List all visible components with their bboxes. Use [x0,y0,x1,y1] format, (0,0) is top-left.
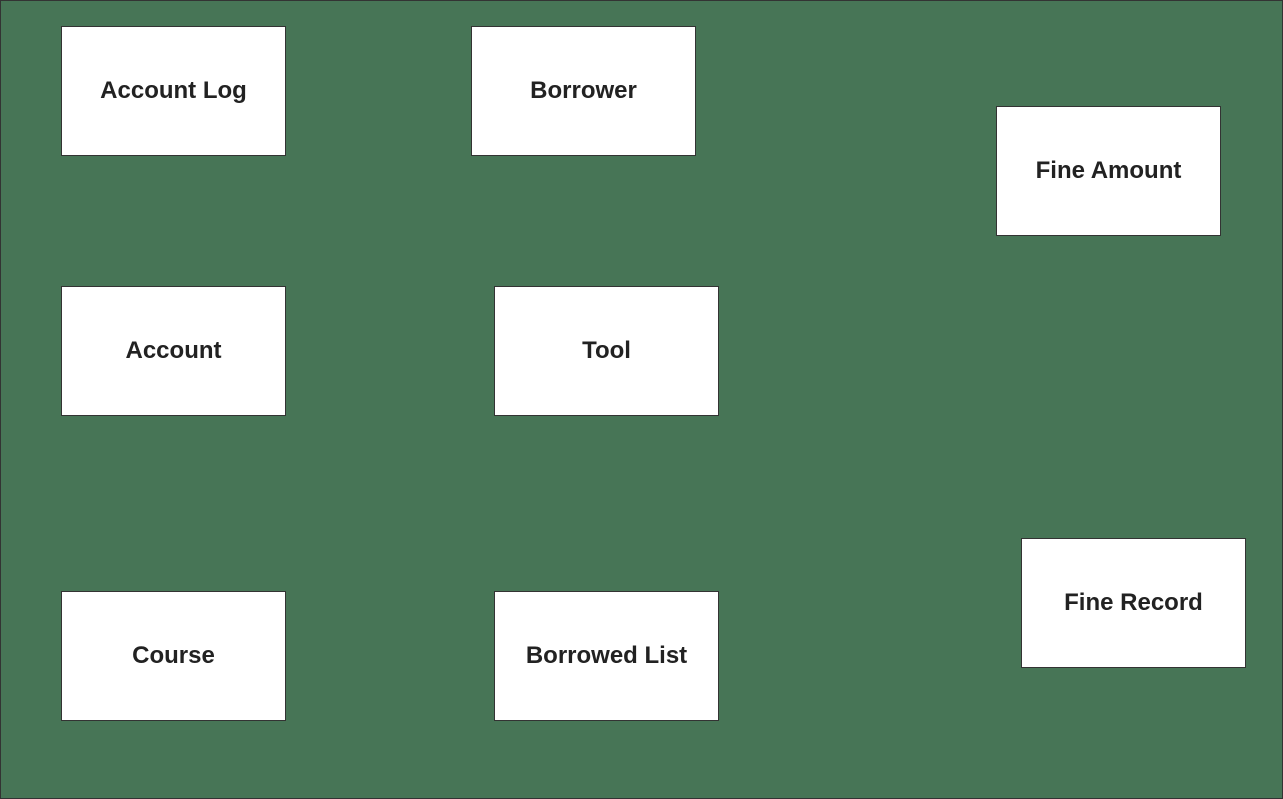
node-borrowed-list[interactable]: Borrowed List [494,591,719,721]
node-borrower[interactable]: Borrower [471,26,696,156]
node-fine-record[interactable]: Fine Record [1021,538,1246,668]
node-label: Course [132,642,215,670]
node-label: Fine Amount [1036,157,1182,185]
node-tool[interactable]: Tool [494,286,719,416]
node-account-log[interactable]: Account Log [61,26,286,156]
node-label: Account Log [100,77,247,105]
node-label: Borrowed List [526,642,687,670]
node-account[interactable]: Account [61,286,286,416]
node-label: Borrower [530,77,637,105]
node-label: Fine Record [1064,589,1203,617]
node-label: Tool [582,337,631,365]
node-label: Account [126,337,222,365]
node-fine-amount[interactable]: Fine Amount [996,106,1221,236]
node-course[interactable]: Course [61,591,286,721]
